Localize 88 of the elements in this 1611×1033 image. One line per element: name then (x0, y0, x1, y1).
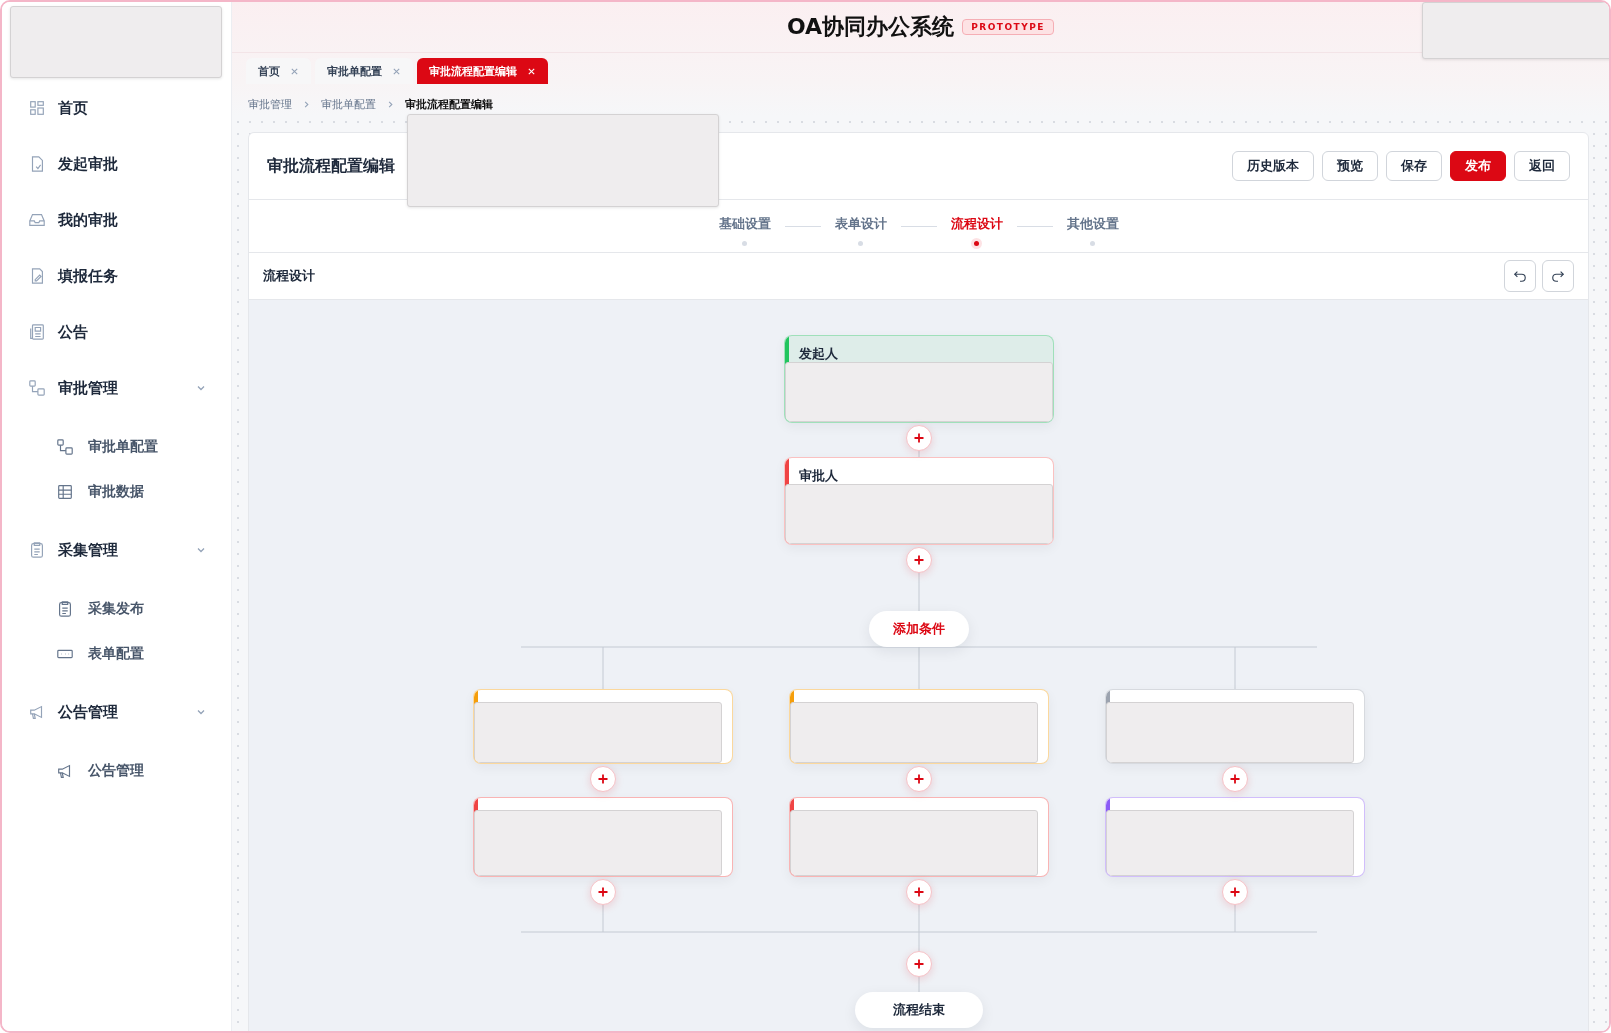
breadcrumb-link[interactable]: 审批单配置 (321, 96, 376, 112)
sidebar-item[interactable]: 审批管理 (2, 360, 231, 416)
sidebar-item[interactable]: 采集管理 (2, 522, 231, 578)
nav-icon (28, 379, 46, 397)
step-label[interactable]: 表单设计 (834, 216, 887, 233)
sidebar-item[interactable]: 发起审批 (2, 136, 231, 192)
add-node-button[interactable] (906, 425, 932, 451)
plus-icon (597, 773, 609, 785)
nav-label: 采集发布 (88, 599, 144, 618)
nav-icon (56, 599, 74, 618)
action-button[interactable]: 预览 (1322, 151, 1378, 181)
add-condition-button[interactable]: 添加条件 (869, 611, 969, 647)
step-label[interactable]: 其他设置 (1066, 216, 1119, 233)
action-button[interactable]: 历史版本 (1232, 151, 1314, 181)
page-title: 审批流程配置编辑 (267, 155, 395, 177)
add-node-button[interactable] (590, 766, 616, 792)
chevron-right-icon (386, 99, 395, 109)
add-node-button[interactable] (906, 766, 932, 792)
node-title: 审批人 (799, 467, 838, 485)
nav-label: 审批数据 (88, 482, 144, 501)
nav-label: 发起审批 (58, 154, 119, 174)
add-node-button[interactable] (906, 879, 932, 905)
redo-icon (1551, 269, 1565, 283)
add-node-button[interactable] (1222, 879, 1248, 905)
plus-icon (913, 773, 925, 785)
plus-icon (913, 554, 925, 566)
nav-label: 填报任务 (58, 266, 119, 286)
page-tab[interactable]: 审批流程配置编辑 (417, 58, 548, 84)
nav-label: 表单配置 (88, 644, 144, 663)
sidebar-subitem[interactable]: 表单配置 (2, 631, 231, 676)
nav-icon (28, 211, 46, 229)
nav-label: 首页 (58, 98, 89, 118)
action-button[interactable]: 保存 (1386, 151, 1442, 181)
flow-node[interactable] (473, 689, 733, 764)
sidebar-subitem[interactable]: 审批单配置 (2, 424, 231, 469)
section-title: 流程设计 (263, 267, 315, 285)
chevron-right-icon (302, 99, 311, 109)
add-node-button[interactable] (906, 951, 932, 977)
plus-icon (597, 886, 609, 898)
add-node-button[interactable] (590, 879, 616, 905)
nav-label: 审批管理 (58, 378, 119, 398)
flow-node[interactable] (473, 797, 733, 877)
flow-node[interactable] (789, 797, 1049, 877)
sidebar-item[interactable]: 我的审批 (2, 192, 231, 248)
nav-label: 公告管理 (58, 702, 119, 722)
add-node-button[interactable] (906, 547, 932, 573)
sidebar-item[interactable]: 填报任务 (2, 248, 231, 304)
sidebar-item[interactable]: 公告管理 (2, 684, 231, 740)
step-label[interactable]: 流程设计 (950, 216, 1003, 233)
node-title: 发起人 (799, 345, 838, 363)
prototype-badge: PROTOTYPE (962, 19, 1054, 35)
nav-icon (28, 541, 46, 559)
plus-icon (913, 432, 925, 444)
flow-node[interactable]: 发起人 (784, 335, 1054, 423)
sidebar-subitem[interactable]: 公告管理 (2, 748, 231, 793)
sidebar-item[interactable]: 首页 (2, 80, 231, 136)
nav-label: 公告管理 (88, 761, 144, 780)
breadcrumb-link[interactable]: 审批管理 (248, 96, 292, 112)
undo-icon (1513, 269, 1527, 283)
nav-label: 我的审批 (58, 210, 119, 230)
nav-label: 审批单配置 (88, 437, 158, 456)
plus-icon (1229, 773, 1241, 785)
app-title: OA协同办公系统 (787, 13, 955, 41)
undo-button[interactable] (1504, 260, 1536, 292)
nav-label: 公告 (58, 322, 89, 342)
nav-icon (56, 482, 74, 501)
nav-label: 采集管理 (58, 540, 119, 560)
flow-node[interactable] (1105, 689, 1365, 764)
nav-icon (28, 323, 46, 341)
plus-icon (1229, 886, 1241, 898)
page-tab[interactable]: 首页 (246, 58, 311, 84)
end-node: 流程结束 (855, 992, 983, 1028)
plus-icon (913, 886, 925, 898)
action-button[interactable]: 返回 (1514, 151, 1570, 181)
redo-button[interactable] (1542, 260, 1574, 292)
page-tab[interactable]: 审批单配置 (315, 58, 413, 84)
sidebar-subitem[interactable]: 采集发布 (2, 586, 231, 631)
step-label[interactable]: 基础设置 (718, 216, 771, 233)
flow-node[interactable]: 审批人 (784, 457, 1054, 545)
flow-node[interactable] (789, 689, 1049, 764)
action-button[interactable]: 发布 (1450, 151, 1506, 181)
sidebar-subitem[interactable]: 审批数据 (2, 469, 231, 514)
flow-node[interactable] (1105, 797, 1365, 877)
sidebar-item[interactable]: 公告 (2, 304, 231, 360)
nav-icon (56, 437, 74, 456)
plus-icon (913, 958, 925, 970)
nav-icon (28, 99, 46, 117)
add-node-button[interactable] (1222, 766, 1248, 792)
